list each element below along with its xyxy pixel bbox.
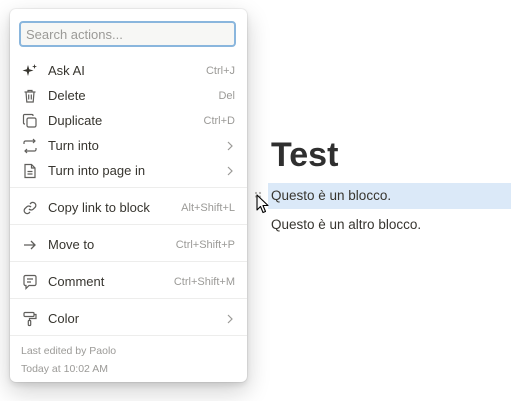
duplicate-icon (22, 113, 38, 129)
menu-item-turn-into[interactable]: Turn into (14, 133, 243, 158)
menu-item-label: Move to (48, 237, 95, 252)
chevron-right-icon (226, 166, 234, 176)
menu-item-copy-link[interactable]: Copy link to block Alt+Shift+L (14, 195, 243, 220)
menu-item-label: Turn into (48, 138, 99, 153)
menu-item-label: Turn into page in (48, 163, 146, 178)
menu-item-comment[interactable]: Comment Ctrl+Shift+M (14, 269, 243, 294)
chevron-right-icon (226, 141, 234, 151)
menu-item-color[interactable]: Color (14, 306, 243, 331)
trash-icon (22, 88, 38, 104)
page-icon (22, 163, 38, 179)
sparkle-icon (22, 63, 38, 79)
mouse-cursor-icon (256, 194, 270, 214)
shortcut-hint: Ctrl+J (205, 64, 235, 77)
menu-divider (10, 224, 247, 225)
menu-divider (10, 187, 247, 188)
paint-roller-icon (22, 311, 38, 327)
turn-into-icon (22, 138, 38, 154)
search-actions-input[interactable] (19, 21, 236, 47)
block-actions-menu: Ask AI Ctrl+J Delete Del Duplicate Ctrl+… (10, 9, 247, 382)
menu-item-label: Copy link to block (48, 200, 150, 215)
last-edited-by: Last edited by Paolo (21, 345, 117, 357)
shortcut-hint: Ctrl+D (203, 114, 235, 127)
text-block-selected[interactable]: Questo è un blocco. (268, 183, 511, 209)
menu-item-duplicate[interactable]: Duplicate Ctrl+D (14, 108, 243, 133)
page-title[interactable]: Test (271, 133, 338, 177)
link-icon (22, 200, 38, 216)
last-edited-time: Today at 10:02 AM (21, 363, 108, 375)
menu-item-label: Ask AI (48, 63, 85, 78)
shortcut-hint: Ctrl+Shift+P (175, 238, 235, 251)
menu-divider (10, 261, 247, 262)
arrow-right-icon (22, 237, 38, 253)
menu-item-turn-into-page-in[interactable]: Turn into page in (14, 158, 243, 183)
menu-item-label: Delete (48, 88, 86, 103)
menu-item-label: Duplicate (48, 113, 103, 128)
comment-icon (22, 274, 38, 290)
menu-item-move-to[interactable]: Move to Ctrl+Shift+P (14, 232, 243, 257)
menu-divider (10, 335, 247, 336)
chevron-right-icon (226, 314, 234, 324)
menu-item-delete[interactable]: Delete Del (14, 83, 243, 108)
shortcut-hint: Del (218, 89, 235, 102)
menu-item-ask-ai[interactable]: Ask AI Ctrl+J (14, 58, 243, 83)
menu-item-label: Comment (48, 274, 105, 289)
menu-item-label: Color (48, 311, 80, 326)
shortcut-hint: Alt+Shift+L (181, 201, 235, 214)
text-block[interactable]: Questo è un altro blocco. (268, 212, 421, 238)
shortcut-hint: Ctrl+Shift+M (173, 275, 235, 288)
menu-divider (10, 298, 247, 299)
